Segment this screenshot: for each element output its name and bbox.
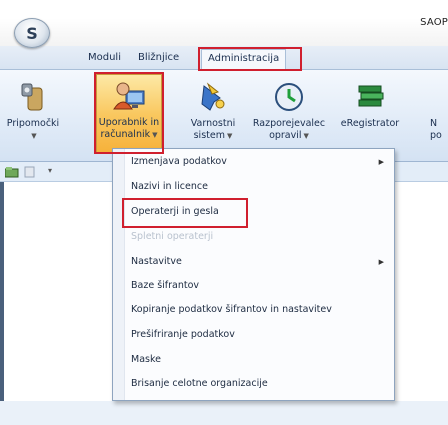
menu-item-operaterji-in-gesla[interactable]: Operaterji in gesla (131, 206, 219, 217)
menu-item-baze-sifrantov[interactable]: Baze šifrantov (131, 280, 199, 291)
menu-item-izmenjava-podatkov[interactable]: Izmenjava podatkov (131, 156, 227, 167)
ribbon-button-eregistrator[interactable]: eRegistrator (334, 76, 406, 158)
ribbon-dropdown-arrow: ▼ (31, 132, 37, 140)
ribbon-button-uporabnik-in-racunalnik[interactable]: Uporabnik in računalnik ▼ (96, 74, 162, 154)
document-icon[interactable] (24, 166, 36, 178)
menu-item-presifriranje-podatkov[interactable]: Prešifriranje podatkov (131, 329, 235, 340)
ribbon-label-pripomocki: Pripomočki (6, 118, 60, 129)
submenu-arrow-icon: ▶ (378, 258, 384, 266)
ribbon-label-partial-2: po (430, 130, 442, 141)
menu-gutter (113, 149, 125, 400)
ribbon-label-varnostni: Varnostni (190, 118, 236, 129)
menu-item-spletni-operaterji: Spletni operaterji (131, 231, 214, 242)
window-title: SAOP (420, 17, 448, 28)
ribbon-button-partial[interactable]: N po (420, 76, 448, 158)
left-edge-bar (0, 182, 4, 401)
ribbon-label-partial-1: N (430, 118, 438, 129)
menu-item-nazivi-in-licence[interactable]: Nazivi in licence (131, 181, 208, 192)
ribbon-label-line1: Uporabnik in (98, 117, 160, 128)
ribbon-label-opravil: opravil (269, 130, 302, 141)
ribbon-label-line2-wrap: računalnik ▼ (100, 129, 157, 141)
qat-dropdown-icon[interactable]: ▾ (48, 166, 52, 175)
ribbon-label-line2: računalnik (100, 129, 151, 140)
ribbon-button-pripomocki[interactable]: Pripomočki ▼ (2, 76, 64, 158)
partial-icon (420, 80, 448, 114)
submenu-arrow-icon: ▶ (378, 158, 384, 166)
folder-icon[interactable] (5, 166, 19, 178)
menu-item-maske[interactable]: Maske (131, 354, 161, 365)
tools-icon (21, 83, 43, 111)
ribbon-button-razporejevalec-opravil[interactable]: Razporejevalec opravil ▼ (252, 76, 326, 158)
menu-item-brisanje-celotne-organizacije[interactable]: Brisanje celotne organizacije (131, 378, 268, 389)
ribbon-label-razporejevalec: Razporejevalec (252, 118, 326, 129)
status-strip (0, 401, 448, 425)
menu-item-kopiranje-podatkov[interactable]: Kopiranje podatkov šifrantov in nastavit… (131, 304, 332, 315)
ribbon-label-sistem: sistem (193, 130, 225, 141)
app-logo-letter: S (26, 23, 38, 43)
ribbon-tab-bar: Moduli Bližnjice Administracija (0, 46, 448, 70)
tab-administracija[interactable]: Administracija (201, 49, 287, 70)
dropdown-arrow-icon: ▼ (152, 131, 158, 139)
ribbon-label-sistem-wrap: sistem ▼ (194, 130, 233, 142)
dropdown-arrow-icon: ▼ (226, 132, 233, 140)
dropdown-arrow-icon: ▼ (303, 132, 309, 140)
ribbon-label-opravil-wrap: opravil ▼ (269, 130, 309, 142)
tab-bliznjice[interactable]: Bližnjice (138, 52, 179, 63)
security-key-icon (201, 82, 225, 111)
tab-moduli[interactable]: Moduli (88, 52, 121, 63)
ribbon-button-varnostni-sistem[interactable]: Varnostni sistem ▼ (186, 76, 240, 158)
books-icon (358, 85, 384, 107)
menu-item-nastavitve[interactable]: Nastavitve (131, 256, 182, 267)
scheduler-clock-icon (275, 83, 303, 111)
user-computer-icon (113, 82, 145, 110)
ribbon-label-eregistrator: eRegistrator (340, 118, 400, 129)
title-bar: SAOP (0, 0, 448, 46)
application-menu-button[interactable]: S (14, 18, 50, 48)
dropdown-menu: Izmenjava podatkov ▶ Nazivi in licence O… (112, 148, 395, 401)
